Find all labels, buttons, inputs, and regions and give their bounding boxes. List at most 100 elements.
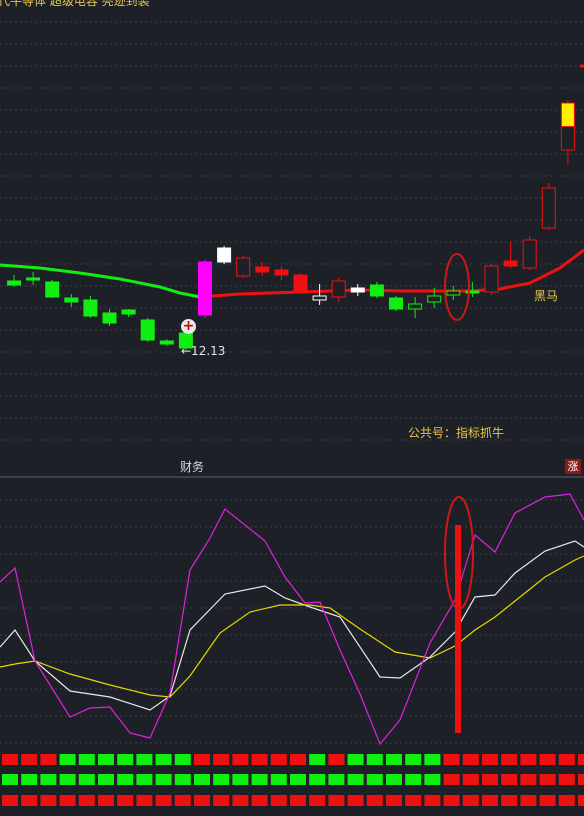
heatmap-cell [155,774,172,785]
heatmap-cell [405,754,422,765]
heatmap-cell [270,774,287,785]
candle-body [293,274,308,294]
heatmap-cell [328,754,345,765]
heatmap-cell [328,795,345,806]
candle-body [26,277,41,281]
heatmap-cell [213,774,230,785]
heatmap-cell [136,754,153,765]
heatmap-cell [174,754,191,765]
heatmap-cell [232,795,249,806]
heatmap-cell [482,774,498,785]
candle-body [312,295,327,301]
candle-body [255,266,270,273]
heatmap-cell [290,754,306,765]
heatmap-cell [366,795,383,806]
heatmap-cell [539,774,556,785]
heatmap-cell [539,795,556,806]
candle-body [121,309,136,315]
indicator-line-1 [0,555,584,698]
heatmap-cell [155,795,172,806]
candle-body [427,295,442,303]
heatmap-cell [501,754,518,765]
heatmap-cell [78,774,95,785]
heatmap-cell [482,754,498,765]
heatmap-cell [347,795,364,806]
heatmap-cell [328,774,345,785]
heatmap-cell [21,774,38,785]
heatmap-cell [194,774,210,785]
candle-body [484,265,499,293]
candle-body [83,299,98,317]
finance-label[interactable]: 财务 [180,460,204,474]
heatmap-cell [59,795,76,806]
candle-body [274,269,289,276]
heatmap-cell [78,754,95,765]
signal-bar [455,525,461,733]
heatmap-cell [309,795,326,806]
heatmap-cell [21,795,38,806]
heatmap-cell [558,754,575,765]
candle-body [446,290,461,296]
heatmap-cell [578,774,584,785]
candle-body [389,297,403,310]
heatmap-cell [136,774,153,785]
heatmap-cell [40,795,57,806]
heatmap-cell [251,754,268,765]
heatmap-cell [347,754,364,765]
heatmap-cell [309,774,326,785]
plus-circle-icon[interactable]: + [181,319,196,334]
candle-body [102,312,117,324]
heatmap-cell [40,754,57,765]
heatmap-cell [40,774,57,785]
candle-body [217,247,232,263]
public-account-label: 公共号：指标抓牛 [408,426,505,440]
heatmap-cell [194,754,210,765]
heatmap-cell [78,795,95,806]
heatmap-cell [558,795,575,806]
rise-badge[interactable]: 涨 [565,459,581,474]
ma-line-green [0,263,201,299]
heatmap-cell [520,754,537,765]
heatmap-cell [462,795,479,806]
heatmap-cell [501,774,518,785]
heatmap-cell [117,774,134,785]
price-low-marker: ←12.13 [181,344,226,358]
candle-body [64,297,79,303]
candle-body [331,280,346,298]
candle-body [560,102,575,127]
heatmap-cell [290,774,306,785]
heatmap-cell [520,774,537,785]
heatmap-cell [578,754,584,765]
candle-body [408,303,423,310]
heatmap-cell [98,774,114,785]
heatmap-cell [347,774,364,785]
candle-body [522,239,537,269]
heatmap-cell [290,795,306,806]
stock-chart-canvas [0,21,584,806]
heatmap-cell [366,774,383,785]
candle-body [560,126,575,151]
heatmap-cell [405,795,422,806]
heatmap-cell [386,774,402,785]
heatmap-cell [251,795,268,806]
heatmap-cell [155,754,172,765]
heatmap-cell [386,795,402,806]
heatmap-cell [251,774,268,785]
candle-body [503,260,518,267]
heatmap-cell [213,754,230,765]
heatmap-cell [424,754,441,765]
heatmap-cell [98,754,114,765]
heatmap-cell [482,795,498,806]
heatmap-cell [174,774,191,785]
heatmap-cell [174,795,191,806]
signal-label: 黑马 [534,289,559,303]
heatmap-cell [2,795,18,806]
heatmap-cell [443,754,460,765]
heatmap-cell [443,774,460,785]
heatmap-cell [2,754,18,765]
heatmap-cell [213,795,230,806]
heatmap-cell [309,754,326,765]
heatmap-cell [117,795,134,806]
heatmap-cell [539,754,556,765]
heatmap-cell [232,774,249,785]
